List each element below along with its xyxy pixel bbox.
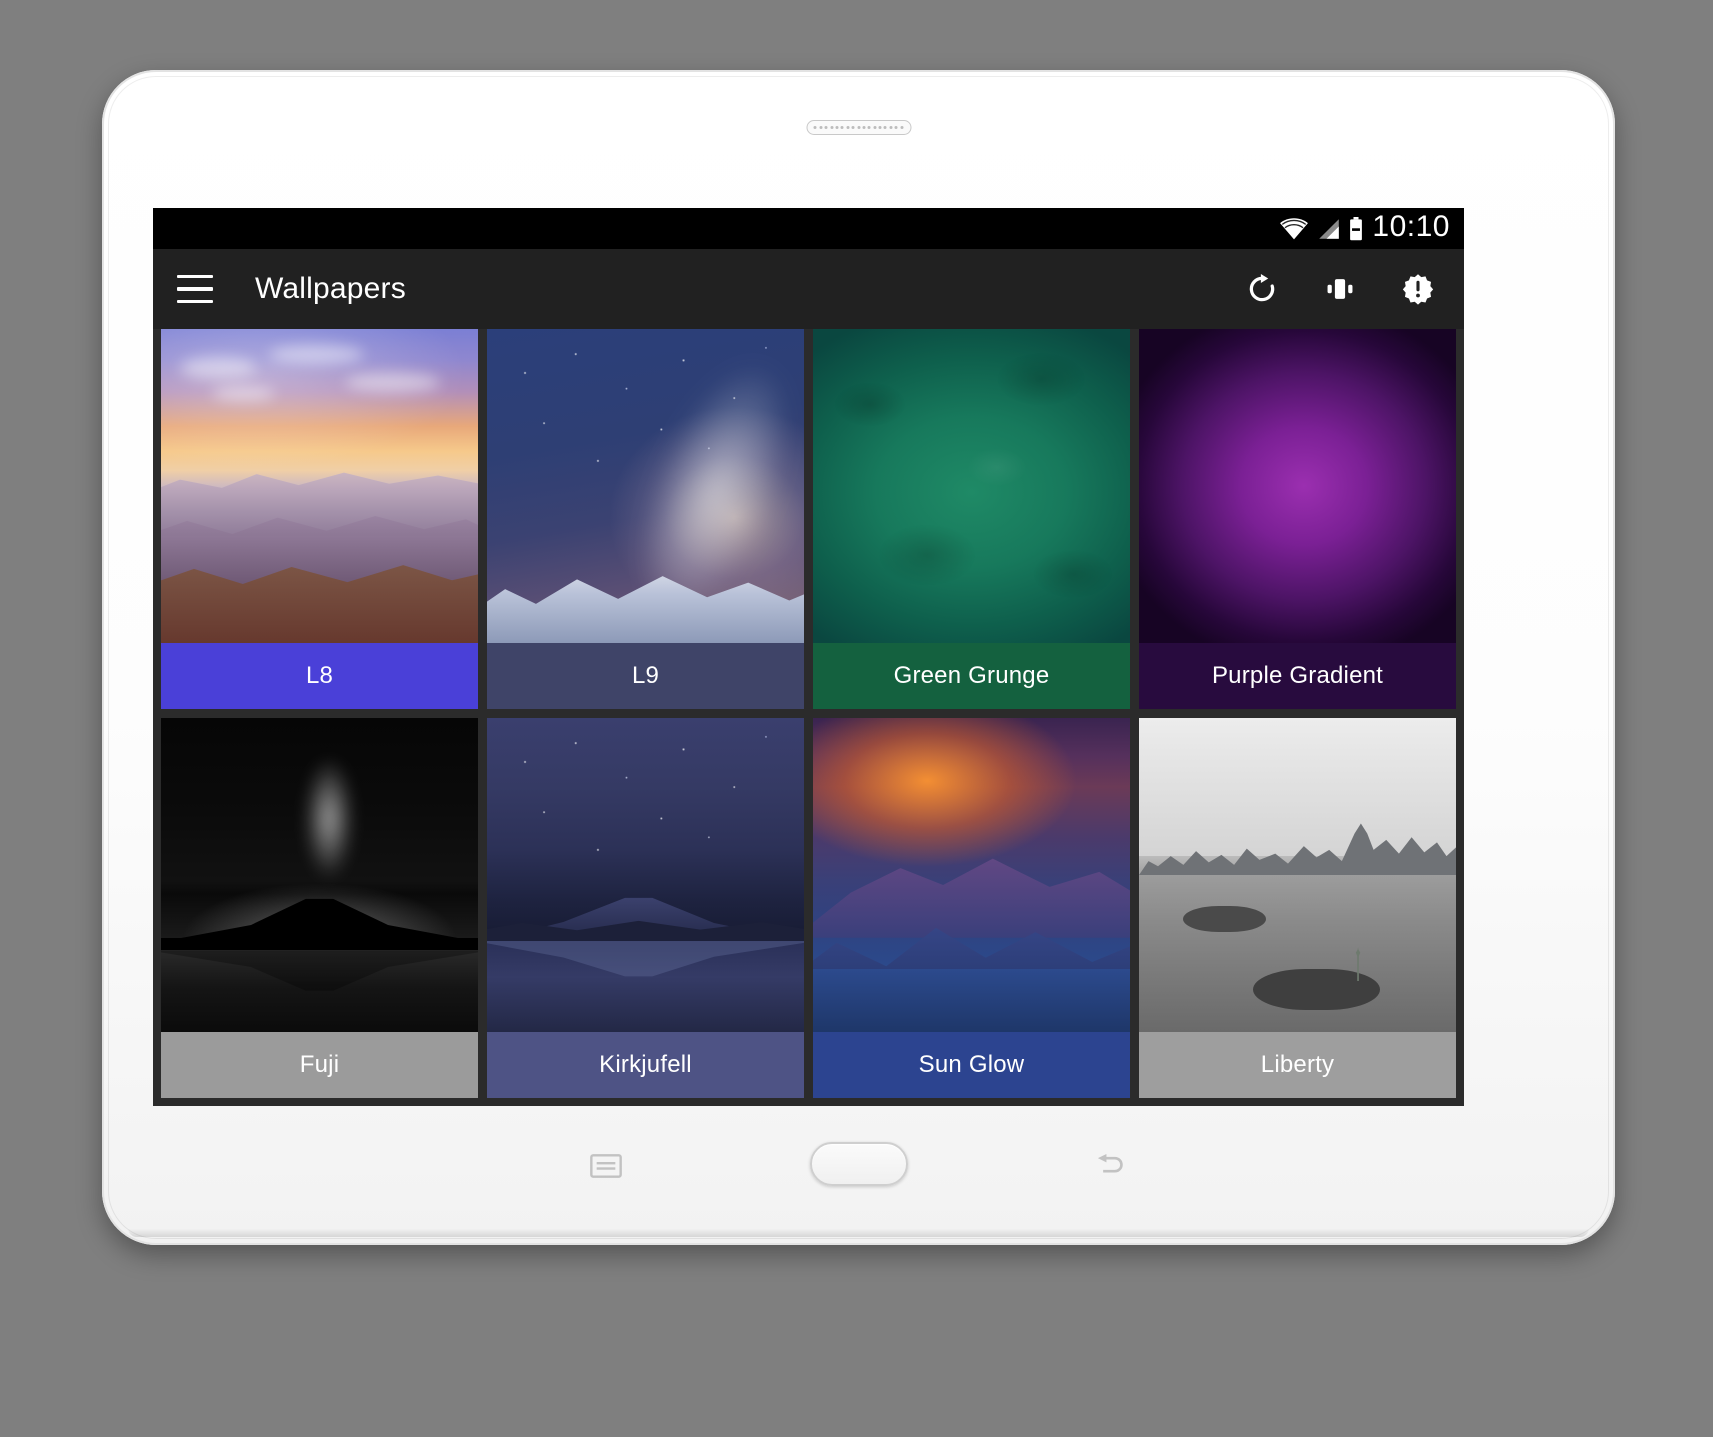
wallpaper-tile[interactable]: L8: [161, 329, 478, 709]
back-arrow-icon[interactable]: [1094, 1152, 1128, 1180]
wallpaper-tile[interactable]: Kirkjufell: [487, 718, 804, 1098]
wallpaper-thumbnail-kirkjufell: [487, 718, 804, 1032]
wallpaper-thumbnail-sunglow: [813, 718, 1130, 1032]
wallpaper-thumbnail-canyon: [161, 329, 478, 643]
wallpaper-grid: L8 L9 Green Grunge Purple Gradient Fuji …: [153, 329, 1464, 1106]
alert-badge-icon: [1402, 274, 1434, 305]
wallpaper-label: L8: [161, 643, 478, 709]
hamburger-menu-icon[interactable]: [177, 275, 213, 303]
speaker-grille: [806, 120, 911, 135]
wallpaper-tile[interactable]: Sun Glow: [813, 718, 1130, 1098]
refresh-button[interactable]: [1242, 269, 1282, 309]
preview-button[interactable]: [1320, 269, 1360, 309]
wifi-icon: [1280, 217, 1309, 239]
wallpaper-tile[interactable]: Green Grunge: [813, 329, 1130, 709]
tablet-device: 10:10 Wallpapers L8 L9 Green Grunge Purp…: [102, 70, 1615, 1245]
device-bottom-edge: [128, 1228, 1589, 1237]
status-bar: 10:10: [153, 208, 1464, 249]
wallpaper-thumbnail-purple: [1139, 329, 1456, 643]
bezel-highlight: [120, 84, 1597, 100]
wallpaper-tile[interactable]: Liberty: [1139, 718, 1456, 1098]
about-button[interactable]: [1398, 269, 1438, 309]
recent-apps-icon[interactable]: [589, 1154, 623, 1178]
signal-icon: [1319, 218, 1340, 239]
battery-icon: [1350, 216, 1363, 240]
wallpaper-label: Green Grunge: [813, 643, 1130, 709]
wallpaper-label: Sun Glow: [813, 1032, 1130, 1098]
wallpaper-label: L9: [487, 643, 804, 709]
wallpaper-tile[interactable]: L9: [487, 329, 804, 709]
app-toolbar: Wallpapers: [153, 249, 1464, 329]
wallpaper-tile[interactable]: Fuji: [161, 718, 478, 1098]
wallpaper-thumbnail-liberty: [1139, 718, 1456, 1032]
wallpaper-label: Fuji: [161, 1032, 478, 1098]
wallpaper-tile[interactable]: Purple Gradient: [1139, 329, 1456, 709]
wallpaper-thumbnail-milky: [487, 329, 804, 643]
toolbar-actions: [1242, 269, 1438, 309]
refresh-icon: [1249, 273, 1275, 302]
wallpaper-thumbnail-green: [813, 329, 1130, 643]
wallpaper-thumbnail-fuji: [161, 718, 478, 1032]
wallpaper-label: Purple Gradient: [1139, 643, 1456, 709]
hardware-key-row: [102, 1130, 1615, 1220]
status-bar-clock: 10:10: [1372, 210, 1450, 243]
home-button-icon[interactable]: [809, 1142, 908, 1186]
wallpaper-label: Kirkjufell: [487, 1032, 804, 1098]
wallpaper-label: Liberty: [1139, 1032, 1456, 1098]
page-title: Wallpapers: [255, 272, 406, 305]
tablet-screen: 10:10 Wallpapers L8 L9 Green Grunge Purp…: [153, 208, 1464, 1106]
phone-vibrate-icon: [1327, 279, 1353, 299]
